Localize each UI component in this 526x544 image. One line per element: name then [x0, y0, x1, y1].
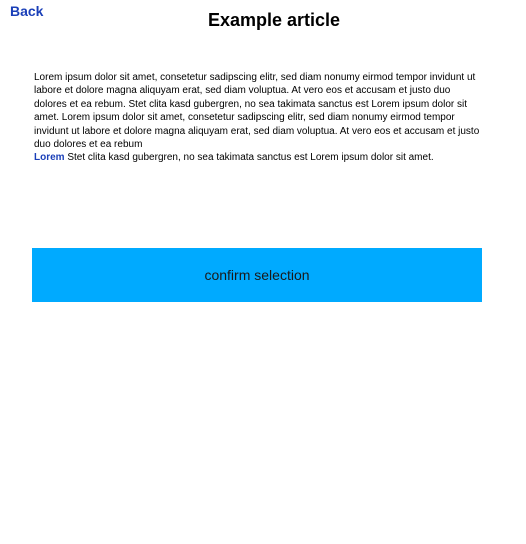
page-title: Example article: [207, 10, 341, 30]
lorem-link[interactable]: Lorem: [34, 152, 65, 163]
confirm-selection-button[interactable]: confirm selection: [32, 248, 482, 302]
article-paragraph: Lorem ipsum dolor sit amet, consetetur s…: [34, 72, 480, 151]
article-trailing-text: Stet clita kasd gubergren, no sea takima…: [64, 152, 434, 164]
article-body: Lorem ipsum dolor sit amet, consetetur s…: [34, 71, 484, 165]
article-trailing-paragraph: Lorem Stet clita kasd gubergren, no sea …: [34, 151, 484, 164]
